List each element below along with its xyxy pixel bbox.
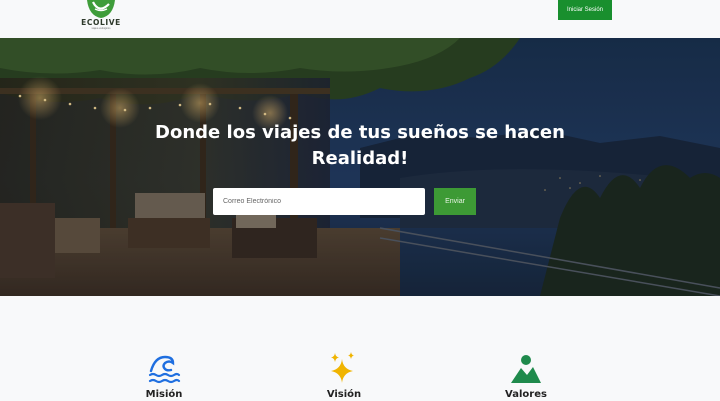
features-section: Misión Visión Valores xyxy=(0,296,720,401)
feature-valores: Valores xyxy=(486,351,566,401)
ecolive-logo[interactable]: ECOLIVE viajes ecológicos xyxy=(78,0,124,30)
feature-title-vision: Visión xyxy=(326,389,362,400)
leaf-logo-icon xyxy=(87,0,115,18)
login-button[interactable]: Iniciar Sesión xyxy=(558,0,612,20)
feature-mision: Misión xyxy=(124,351,204,401)
landscape-icon xyxy=(511,355,541,383)
feature-title-valores: Valores xyxy=(505,389,547,400)
top-navbar: ECOLIVE viajes ecológicos Iniciar Sesión xyxy=(0,0,720,38)
hero-title: Donde los viajes de tus sueños se hacen … xyxy=(155,122,565,169)
feature-vision: Visión xyxy=(304,351,384,401)
hero-section: Donde los viajes de tus sueños se hacen … xyxy=(0,38,720,296)
logo-text: ECOLIVE xyxy=(81,18,121,27)
sparkles-icon xyxy=(331,352,354,383)
water-waves-icon xyxy=(148,355,181,384)
send-button[interactable]: Enviar xyxy=(434,188,476,215)
logo-tagline: viajes ecológicos xyxy=(91,27,111,30)
feature-title-mision: Misión xyxy=(145,389,183,400)
email-input[interactable] xyxy=(213,188,425,215)
